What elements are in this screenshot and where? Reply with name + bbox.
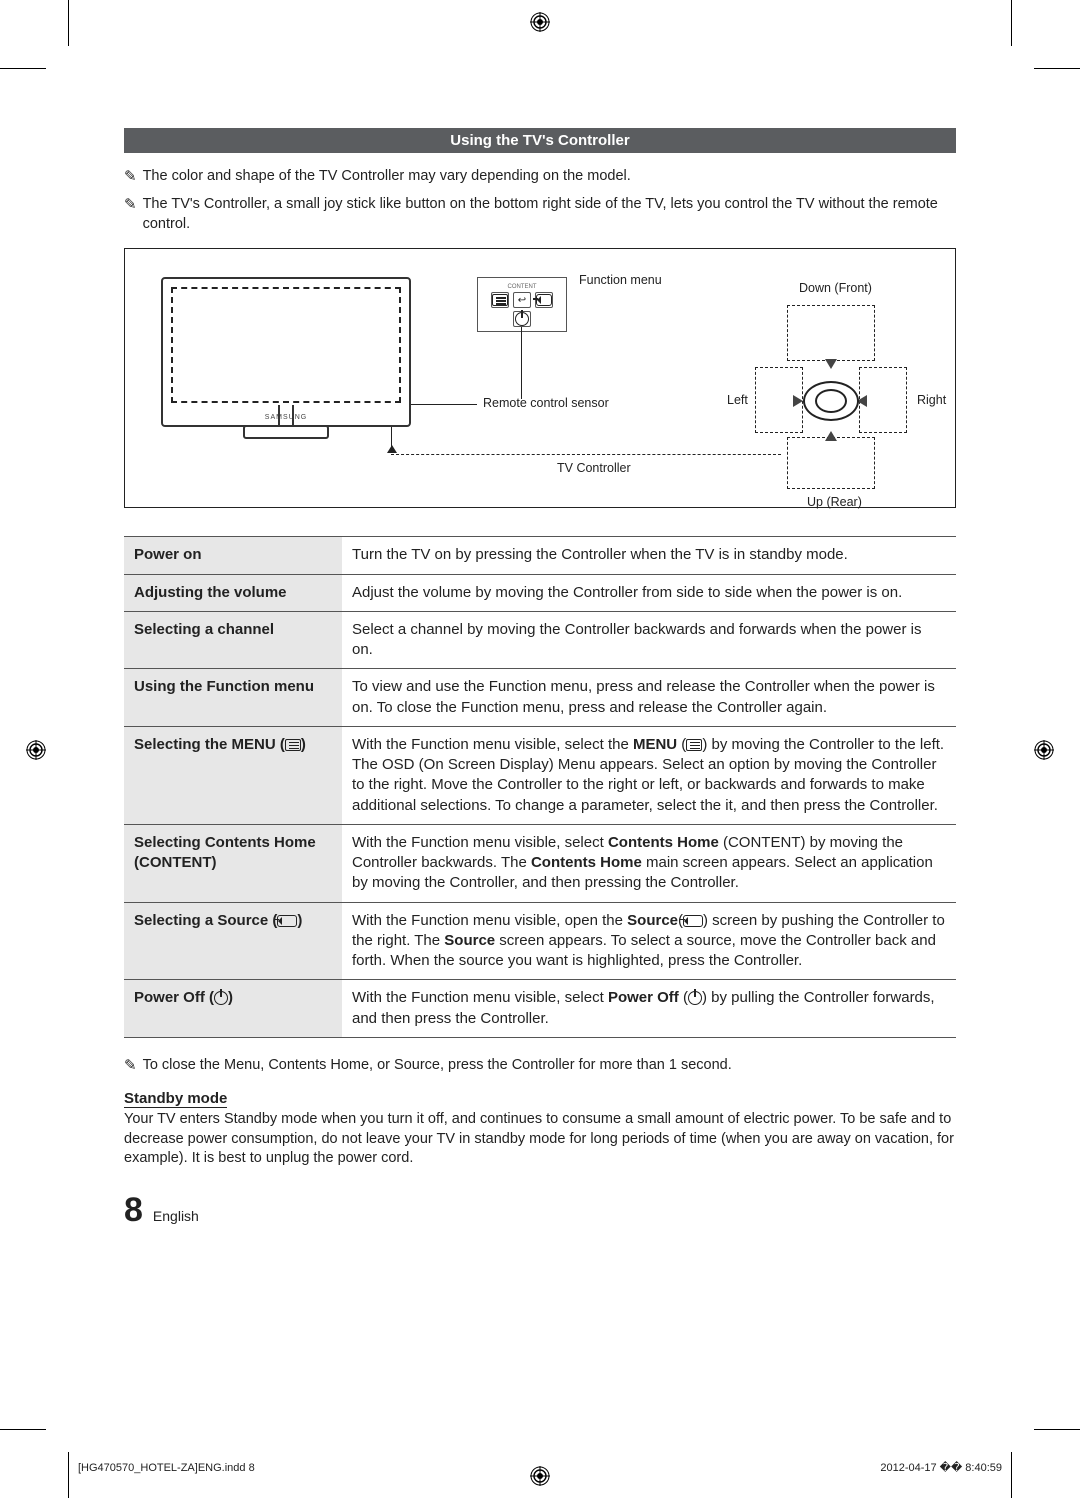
- row-key: Using the Function menu: [124, 669, 342, 727]
- table-row: Power Off () With the Function menu visi…: [124, 980, 956, 1038]
- leader-line: [411, 404, 477, 405]
- function-menu-content-label: CONTENT: [484, 284, 560, 290]
- power-icon: [688, 991, 702, 1005]
- tv-screen: [171, 287, 401, 403]
- arrow-up-icon: [825, 431, 837, 441]
- crop-mark: [68, 0, 69, 46]
- row-value: With the Function menu visible, select t…: [342, 726, 956, 824]
- print-meta-left: [HG470570_HOTEL-ZA]ENG.indd 8: [78, 1462, 255, 1474]
- row-value: With the Function menu visible, select C…: [342, 824, 956, 902]
- table-row: Adjusting the volume Adjust the volume b…: [124, 574, 956, 611]
- source-icon: [277, 915, 297, 927]
- subheading-standby: Standby mode: [124, 1090, 227, 1108]
- function-menu-popup: CONTENT ↩: [477, 277, 567, 332]
- label-tv-controller: TV Controller: [557, 461, 631, 475]
- table-row: Selecting Contents Home (CONTENT) With t…: [124, 824, 956, 902]
- label-function-menu: Function menu: [579, 273, 662, 287]
- section-heading: Using the TV's Controller: [124, 128, 956, 153]
- menu-icon: [491, 292, 509, 308]
- note-text: The TV's Controller, a small joy stick l…: [143, 195, 956, 234]
- registration-mark-icon: [1034, 740, 1054, 760]
- leader-dotted: [391, 454, 781, 455]
- row-value: To view and use the Function menu, press…: [342, 669, 956, 727]
- row-value: Turn the TV on by pressing the Controlle…: [342, 537, 956, 574]
- row-key: Adjusting the volume: [124, 574, 342, 611]
- row-key: Selecting a channel: [124, 611, 342, 669]
- note-line: ✎ The color and shape of the TV Controll…: [124, 167, 956, 187]
- table-row: Selecting a channel Select a channel by …: [124, 611, 956, 669]
- dashed-box: [787, 437, 875, 489]
- row-value: Adjust the volume by moving the Controll…: [342, 574, 956, 611]
- registration-mark-icon: [26, 740, 46, 760]
- menu-icon: [686, 739, 702, 751]
- note-line: ✎ To close the Menu, Contents Home, or S…: [124, 1056, 956, 1076]
- label-right: Right: [917, 393, 946, 407]
- crop-mark: [1034, 68, 1080, 69]
- arrow-down-icon: [825, 359, 837, 369]
- source-icon: [535, 292, 553, 308]
- crop-mark: [1011, 0, 1012, 46]
- dashed-box: [787, 305, 875, 361]
- menu-icon: [285, 739, 301, 751]
- page-number: 8: [124, 1191, 143, 1230]
- registration-mark-icon: [530, 12, 550, 32]
- row-value: With the Function menu visible, open the…: [342, 902, 956, 980]
- registration-mark-icon: [530, 1466, 550, 1486]
- row-value: Select a channel by moving the Controlle…: [342, 611, 956, 669]
- tv-stand: [243, 425, 329, 439]
- table-row: Power on Turn the TV on by pressing the …: [124, 537, 956, 574]
- label-down: Down (Front): [799, 281, 872, 295]
- return-icon: ↩: [513, 292, 531, 308]
- arrow-up-icon: [387, 445, 397, 453]
- page-footer: 8 English: [124, 1191, 956, 1230]
- note-line: ✎ The TV's Controller, a small joy stick…: [124, 195, 956, 234]
- row-key: Selecting the MENU (): [124, 726, 342, 824]
- power-icon: [214, 991, 228, 1005]
- row-key: Power Off (): [124, 980, 342, 1038]
- row-key: Selecting a Source (): [124, 902, 342, 980]
- table-row: Selecting the MENU () With the Function …: [124, 726, 956, 824]
- table-row: Using the Function menu To view and use …: [124, 669, 956, 727]
- label-left: Left: [727, 393, 748, 407]
- note-text: The color and shape of the TV Controller…: [143, 167, 631, 187]
- page-language: English: [153, 1208, 199, 1224]
- label-up: Up (Rear): [807, 495, 862, 509]
- crop-mark: [0, 68, 46, 69]
- power-icon: [513, 311, 531, 327]
- row-key: Power on: [124, 537, 342, 574]
- crop-mark: [1034, 1429, 1080, 1430]
- controller-diagram: SAMSUNG CONTENT ↩ Remote control sensor …: [124, 248, 956, 508]
- crop-mark: [68, 1452, 69, 1498]
- print-meta-right: 2012-04-17 �� 8:40:59: [880, 1461, 1002, 1474]
- leader-line: [521, 327, 522, 399]
- label-remote-sensor: Remote control sensor: [483, 396, 609, 410]
- table-row: Selecting a Source () With the Function …: [124, 902, 956, 980]
- tv-neck: [278, 405, 294, 427]
- row-key: Selecting Contents Home (CONTENT): [124, 824, 342, 902]
- source-icon: [683, 915, 703, 927]
- row-value: With the Function menu visible, select P…: [342, 980, 956, 1038]
- crop-mark: [1011, 1452, 1012, 1498]
- controller-functions-table: Power on Turn the TV on by pressing the …: [124, 536, 956, 1038]
- note-icon: ✎: [124, 195, 137, 234]
- controller-arrow-cluster: Down (Front) Left Right Up (Rear): [751, 319, 911, 479]
- note-text: To close the Menu, Contents Home, or Sou…: [143, 1056, 732, 1076]
- crop-mark: [0, 1429, 46, 1430]
- leader-line: [391, 427, 392, 447]
- arrow-right-icon: [793, 395, 803, 407]
- note-icon: ✎: [124, 1056, 137, 1076]
- note-icon: ✎: [124, 167, 137, 187]
- standby-paragraph: Your TV enters Standby mode when you tur…: [124, 1110, 956, 1169]
